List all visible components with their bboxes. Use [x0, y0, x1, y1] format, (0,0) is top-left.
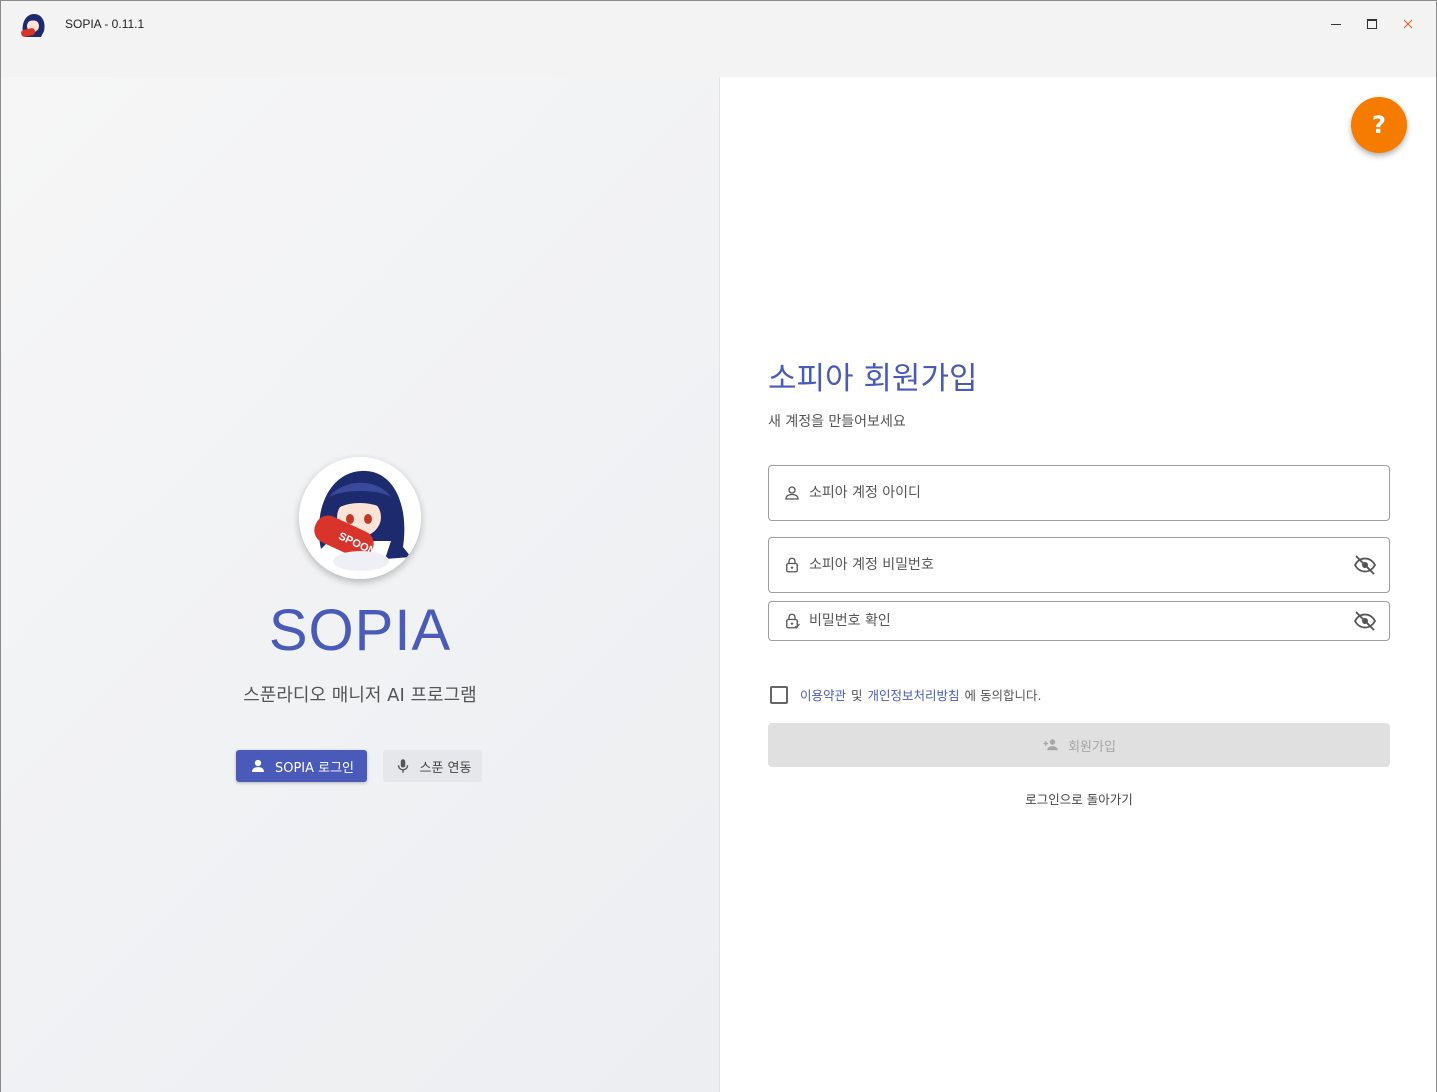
password-field [768, 537, 1390, 593]
signup-label: 회원가입 [1068, 739, 1116, 755]
lock-check-icon [786, 613, 800, 629]
person-outline-icon [785, 486, 799, 500]
lock-outline-icon [786, 557, 798, 573]
left-panel: SPOON SOPIA 스푼라디오 매니저 AI 프로그램 SOPIA 로그인 … [1, 77, 719, 1092]
eye-off-icon[interactable] [1353, 609, 1377, 633]
id-input[interactable] [809, 466, 1329, 520]
account-plus-icon [1043, 739, 1058, 751]
mascot-avatar: SPOON [299, 457, 421, 579]
help-label: ? [1372, 111, 1386, 139]
signup-button[interactable]: 회원가입 [768, 723, 1390, 767]
sopia-app-icon [17, 11, 49, 41]
and-text: 및 [851, 688, 863, 703]
maximize-icon [1367, 19, 1377, 29]
spoon-link-button[interactable]: 스푼 연동 [383, 750, 482, 782]
form-title: 소피아 회원가입 [768, 361, 978, 397]
close-button[interactable] [1397, 13, 1419, 35]
password-input[interactable] [809, 538, 1329, 592]
help-button[interactable]: ? [1351, 97, 1407, 153]
signup-panel: ? 소피아 회원가입 새 계정을 만들어보세요 이용약관 및 개인정보처리방침 … [719, 77, 1436, 1092]
eye-off-icon[interactable] [1353, 553, 1377, 577]
microphone-icon [397, 759, 408, 773]
back-to-login-link[interactable]: 로그인으로 돌아가기 [768, 789, 1390, 808]
terms-link[interactable]: 이용약관 [800, 685, 846, 704]
password-confirm-input[interactable] [809, 602, 1329, 640]
brand-name: SOPIA [268, 598, 452, 663]
terms-checkbox[interactable] [770, 685, 788, 704]
spoon-link-label: 스푼 연동 [419, 760, 472, 776]
minimize-button[interactable] [1325, 13, 1347, 35]
sopia-login-label: SOPIA 로그인 [274, 760, 355, 776]
form-subtitle: 새 계정을 만들어보세요 [768, 414, 906, 430]
person-icon [251, 759, 264, 772]
id-field [768, 465, 1390, 521]
window-title: SOPIA - 0.11.1 [65, 17, 145, 31]
close-icon [1403, 19, 1413, 29]
maximize-button[interactable] [1361, 13, 1383, 35]
agree-text: 에 동의합니다. [964, 688, 1042, 703]
sopia-login-button[interactable]: SOPIA 로그인 [236, 750, 367, 782]
minimize-icon [1331, 24, 1341, 25]
terms-agreement: 이용약관 및 개인정보처리방침 에 동의합니다. [770, 685, 1047, 704]
privacy-link[interactable]: 개인정보처리방침 [868, 685, 960, 704]
password-confirm-field [768, 601, 1390, 641]
title-bar: SOPIA - 0.11.1 [1, 1, 1436, 77]
app-window: SOPIA - 0.11.1 SPOON SOPIA 스푼라디오 매니저 AI … [0, 0, 1437, 1092]
tagline: 스푼라디오 매니저 AI 프로그램 [243, 685, 477, 706]
